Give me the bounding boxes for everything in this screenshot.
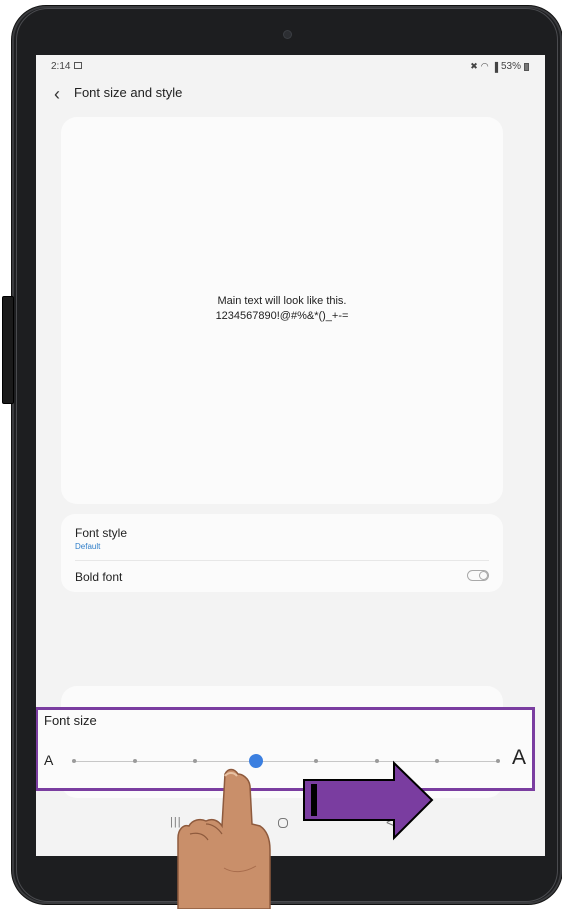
battery-percent: 53%	[500, 61, 521, 72]
signal-icon: ▐	[491, 61, 498, 72]
status-bar: 2:14 ✖ ◠ ▐ 53%	[36, 55, 545, 77]
font-size-slider-tick[interactable]	[193, 759, 198, 763]
right-arrow-icon	[303, 760, 434, 841]
wifi-icon: ◠	[480, 61, 489, 71]
home-icon[interactable]	[278, 818, 288, 828]
font-size-large-a: A	[511, 746, 526, 769]
font-style-value: Default	[75, 542, 101, 551]
pointing-hand-icon	[177, 768, 271, 909]
preview-line-1: Main text will look like this.	[217, 295, 347, 307]
front-camera	[284, 31, 291, 38]
bold-font-label: Bold font	[75, 570, 123, 584]
font-style-label: Font style	[75, 526, 128, 540]
settings-card: Font style Default Bold font	[61, 514, 503, 592]
chevron-left-icon[interactable]: ‹	[54, 85, 60, 103]
font-size-slider-thumb[interactable]	[248, 754, 263, 768]
mute-icon: ✖	[470, 61, 478, 71]
font-size-slider-tick[interactable]	[496, 759, 500, 763]
preview-text: Main text will look like this. 123456789…	[61, 294, 503, 324]
font-size-slider-tick[interactable]	[72, 759, 76, 763]
font-size-highlight: Font size A A	[36, 707, 535, 791]
bold-font-toggle[interactable]	[467, 570, 489, 581]
preview-line-2: 1234567890!@#%&*()_+-=	[215, 310, 349, 322]
font-size-slider-tick[interactable]	[132, 759, 137, 763]
navigation-bar: ||| <	[36, 810, 545, 836]
bold-font-row[interactable]: Bold font	[61, 561, 503, 592]
side-button	[2, 296, 14, 404]
battery-icon	[524, 62, 529, 71]
page-header: ‹ Font size and style	[36, 77, 545, 113]
text-preview-card: Main text will look like this. 123456789…	[61, 117, 503, 504]
status-icons: ✖ ◠ ▐ 53%	[470, 61, 529, 72]
font-size-small-a: A	[44, 752, 54, 768]
status-time: 2:14	[51, 61, 71, 72]
font-style-row[interactable]: Font style Default	[61, 514, 503, 560]
font-size-slider-tick[interactable]	[435, 759, 440, 763]
screen: 2:14 ✖ ◠ ▐ 53% ‹ Font size and style Mai…	[36, 55, 545, 856]
font-size-label: Font size	[44, 713, 97, 728]
gallery-icon	[74, 62, 82, 69]
page-title: Font size and style	[74, 85, 183, 100]
